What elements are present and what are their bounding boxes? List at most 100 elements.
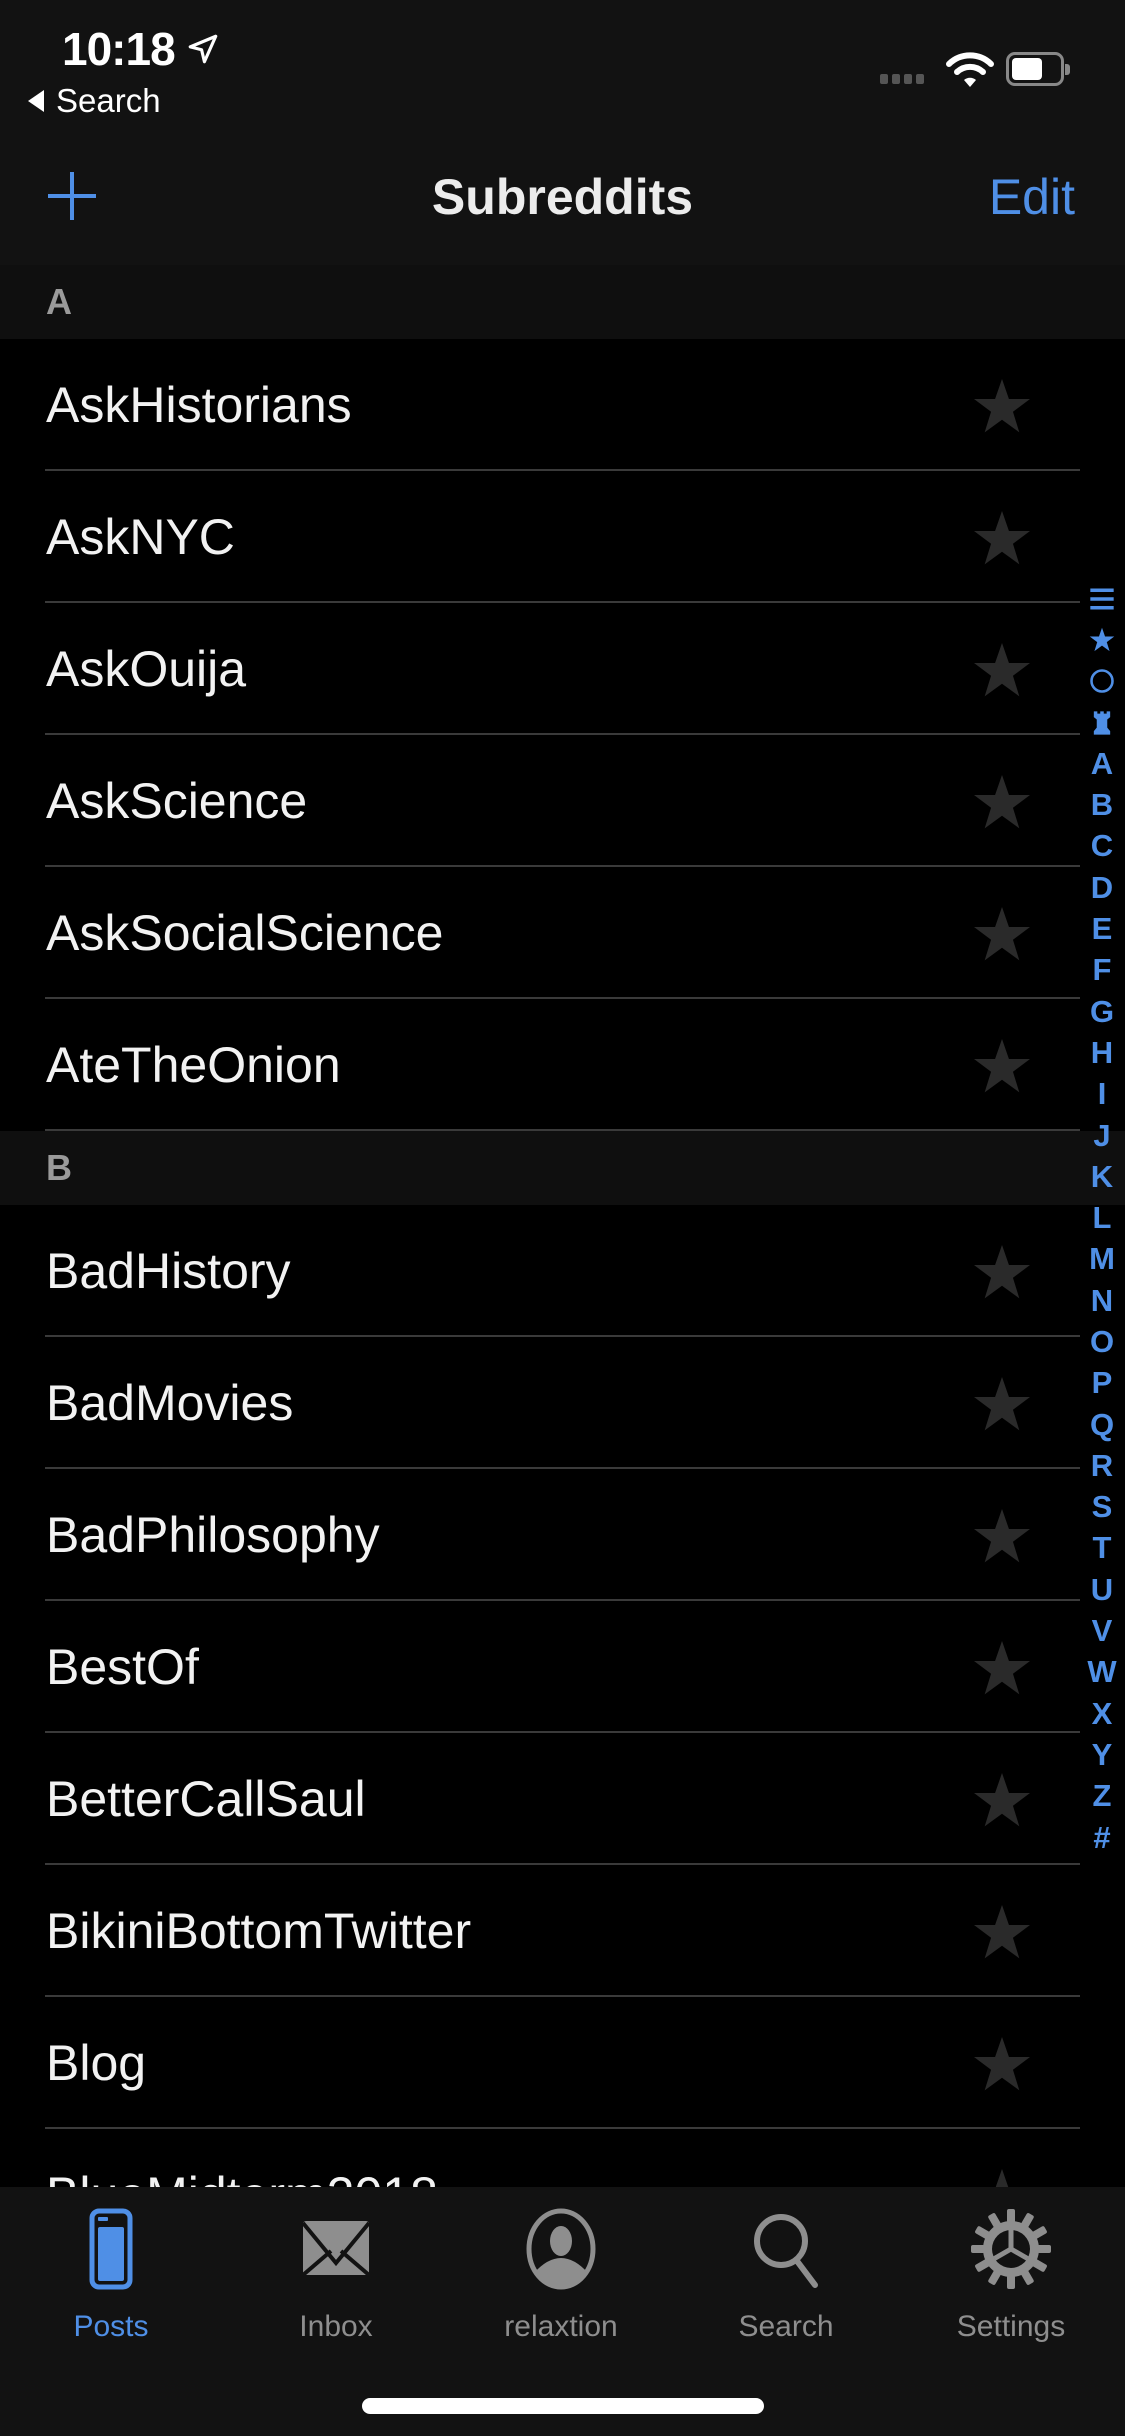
location-arrow-icon <box>188 34 218 64</box>
favorite-star-icon[interactable] <box>970 1637 1034 1697</box>
envelope-icon <box>291 2207 381 2296</box>
subreddit-row[interactable]: BadPhilosophy <box>0 1469 1125 1601</box>
favorite-star-icon[interactable] <box>970 1035 1034 1095</box>
index-letter[interactable]: T <box>1093 1528 1112 1569</box>
subreddit-name: BadPhilosophy <box>46 1507 380 1563</box>
favorite-star-icon[interactable] <box>970 903 1034 963</box>
subreddit-name: AskOuija <box>46 641 247 697</box>
subreddit-row[interactable]: Blog <box>0 1997 1125 2129</box>
index-letter[interactable]: F <box>1093 950 1112 991</box>
subreddit-name: BadMovies <box>46 1375 294 1431</box>
subreddit-row[interactable]: AteTheOnion <box>0 999 1125 1131</box>
index-letter[interactable]: I <box>1098 1074 1107 1115</box>
subreddit-name: BestOf <box>46 1639 199 1695</box>
star-icon[interactable] <box>1088 619 1116 660</box>
posts-icon <box>66 2207 156 2296</box>
search-icon <box>741 2207 831 2296</box>
subreddit-name: BadHistory <box>46 1243 291 1299</box>
index-letter[interactable]: O <box>1090 1321 1114 1362</box>
row-divider <box>45 1129 1080 1131</box>
subreddit-row[interactable]: BestOf <box>0 1601 1125 1733</box>
index-letter[interactable]: K <box>1091 1156 1113 1197</box>
subreddit-row[interactable]: BadMovies <box>0 1337 1125 1469</box>
favorite-star-icon[interactable] <box>970 1241 1034 1301</box>
subreddit-row[interactable]: AskScience <box>0 735 1125 867</box>
index-letter[interactable]: Q <box>1090 1404 1114 1445</box>
subreddit-row[interactable]: AskOuija <box>0 603 1125 735</box>
index-letter[interactable]: Y <box>1092 1734 1113 1775</box>
index-letter[interactable]: A <box>1091 743 1113 784</box>
index-letter[interactable]: U <box>1091 1569 1113 1610</box>
account-icon <box>516 2207 606 2296</box>
subreddit-name: AskScience <box>46 773 308 829</box>
subreddit-list: A AskHistorians AskNYC AskOuija AskScienc… <box>0 265 1125 2261</box>
index-letter[interactable]: M <box>1089 1239 1115 1280</box>
subreddit-name: BetterCallSaul <box>46 1771 366 1827</box>
tab-posts[interactable]: Posts <box>31 2207 191 2344</box>
status-time: 10:18 <box>62 23 176 75</box>
index-letter[interactable]: J <box>1093 1115 1110 1156</box>
subreddit-row[interactable]: BadHistory <box>0 1205 1125 1337</box>
tab-inbox[interactable]: Inbox <box>256 2207 416 2344</box>
tab-label: Search <box>738 2310 834 2343</box>
index-letter[interactable]: W <box>1087 1652 1116 1693</box>
index-letter[interactable]: V <box>1092 1610 1113 1651</box>
tab-label: Posts <box>73 2310 149 2343</box>
index-letter[interactable]: R <box>1091 1445 1113 1486</box>
subreddit-row[interactable]: AskNYC <box>0 471 1125 603</box>
tab-relaxtion[interactable]: relaxtion <box>481 2207 641 2344</box>
header-area: 10:18 Search Subreddits Edit <box>0 0 1125 265</box>
subreddit-name: BikiniBottomTwitter <box>46 1903 472 1959</box>
back-triangle-icon <box>28 90 44 112</box>
cellular-signal-icon <box>880 74 924 84</box>
index-letter[interactable]: N <box>1091 1280 1113 1321</box>
favorite-star-icon[interactable] <box>970 2033 1034 2093</box>
index-letter[interactable]: Z <box>1093 1776 1112 1817</box>
index-letter[interactable]: X <box>1092 1693 1113 1734</box>
favorite-star-icon[interactable] <box>970 1769 1034 1829</box>
favorite-star-icon[interactable] <box>970 639 1034 699</box>
home-indicator[interactable] <box>362 2398 764 2414</box>
favorite-star-icon[interactable] <box>970 507 1034 567</box>
index-letter[interactable]: L <box>1093 1197 1112 1238</box>
tab-label: relaxtion <box>504 2310 618 2343</box>
index-letter[interactable]: S <box>1092 1487 1113 1528</box>
wifi-icon <box>946 52 994 87</box>
circle-icon[interactable] <box>1088 661 1116 702</box>
list-icon[interactable] <box>1088 578 1116 619</box>
index-letter[interactable]: B <box>1091 784 1113 825</box>
section-index-bar[interactable]: A B C D E F G H I J K L M N O P Q R S T U V W X Y Z # <box>1082 578 1122 1858</box>
index-letter[interactable]: E <box>1092 908 1113 949</box>
subreddit-name: Blog <box>46 2035 147 2091</box>
favorite-star-icon[interactable] <box>970 1505 1034 1565</box>
section-header: B <box>0 1131 1125 1205</box>
index-letter[interactable]: P <box>1092 1363 1113 1404</box>
subreddit-name: AskHistorians <box>46 377 352 433</box>
back-to-search-link[interactable]: Search <box>28 82 161 120</box>
subreddit-row[interactable]: BetterCallSaul <box>0 1733 1125 1865</box>
page-title: Subreddits <box>431 169 694 225</box>
index-letter[interactable]: H <box>1091 1032 1113 1073</box>
index-letter[interactable]: C <box>1091 826 1113 867</box>
edit-button[interactable]: Edit <box>989 168 1075 226</box>
subreddit-row[interactable]: AskHistorians <box>0 339 1125 471</box>
index-letter[interactable]: D <box>1091 867 1113 908</box>
tab-settings[interactable]: Settings <box>931 2207 1091 2344</box>
index-letter[interactable]: # <box>1093 1817 1110 1858</box>
section-header: A <box>0 265 1125 339</box>
subreddit-row[interactable]: AskSocialScience <box>0 867 1125 999</box>
subreddit-row[interactable]: BikiniBottomTwitter <box>0 1865 1125 1997</box>
rook-icon[interactable] <box>1088 702 1116 743</box>
favorite-star-icon[interactable] <box>970 1901 1034 1961</box>
favorite-star-icon[interactable] <box>970 1373 1034 1433</box>
favorite-star-icon[interactable] <box>970 771 1034 831</box>
subreddit-name: AteTheOnion <box>46 1037 341 1093</box>
index-letter[interactable]: G <box>1090 991 1114 1032</box>
tab-label: Settings <box>956 2310 1066 2343</box>
favorite-star-icon[interactable] <box>970 375 1034 435</box>
subreddit-name: AskNYC <box>46 509 235 565</box>
tab-search[interactable]: Search <box>706 2207 866 2344</box>
back-label: Search <box>56 82 161 119</box>
tab-label: Inbox <box>299 2310 373 2343</box>
gear-icon <box>966 2207 1056 2296</box>
